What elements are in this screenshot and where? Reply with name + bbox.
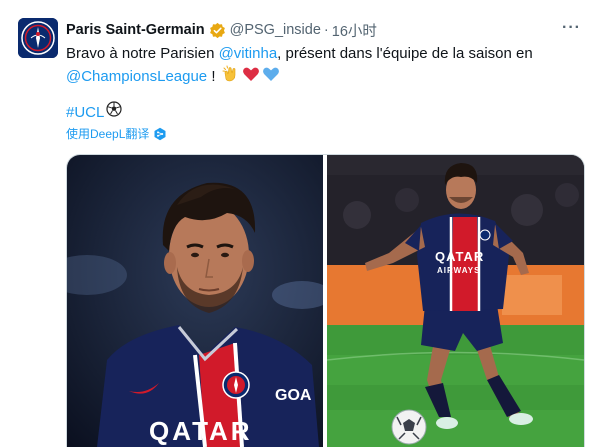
deepl-translate-icon[interactable] [153,127,167,141]
header-separator: · [323,22,329,38]
shirt-partner-text: GOA [275,387,312,404]
soccer-ball-icon [106,101,122,124]
jersey-sponsor-text-right: QATAR [435,249,484,264]
tweet-card: Paris Saint-Germain @PSG_inside · 16小时 ·… [0,0,599,447]
translate-label[interactable]: 使用DeepL翻译 [66,125,149,142]
author-handle[interactable]: @PSG_inside [230,22,321,38]
red-heart-icon [242,65,260,90]
football-icon [391,409,427,445]
tweet-text-part: ! [207,68,216,85]
tweet-header: Paris Saint-Germain @PSG_inside · 16小时 [66,20,586,40]
translate-link[interactable]: 使用DeepL翻译 [66,125,167,142]
timestamp[interactable]: 16小时 [332,20,377,41]
media-grid[interactable]: QATAR GOA QATAR AIRWAYS [66,154,585,447]
player-action-photo[interactable]: QATAR AIRWAYS [327,155,584,447]
portrait-image: QATAR GOA [67,155,323,447]
tweet-text-part: Bravo à notre Parisien [66,45,219,62]
avatar[interactable] [18,18,58,58]
player-portrait-photo[interactable]: QATAR GOA [67,155,323,447]
mention-champions-league[interactable]: @ChampionsLeague [66,68,207,85]
blue-heart-icon [262,65,280,90]
tweet-text-part: , présent dans l'équipe de la saison en [277,45,533,62]
jersey-sponsor-text: QATAR [149,416,253,446]
clapping-hands-icon [222,65,240,90]
hashtag-ucl[interactable]: #UCL [66,102,104,124]
tweet-text: Bravo à notre Parisien @vitinha, présent… [66,42,581,90]
psg-logo-icon [18,18,58,58]
hashtag-line: #UCL [66,101,122,124]
mention-vitinha[interactable]: @vitinha [219,45,278,62]
verified-badge-icon[interactable] [209,22,226,39]
action-image: QATAR AIRWAYS [327,155,584,447]
more-icon[interactable]: ··· [562,19,581,37]
jersey-sponsor-text-right-2: AIRWAYS [437,266,480,275]
author-name[interactable]: Paris Saint-Germain [66,22,205,38]
